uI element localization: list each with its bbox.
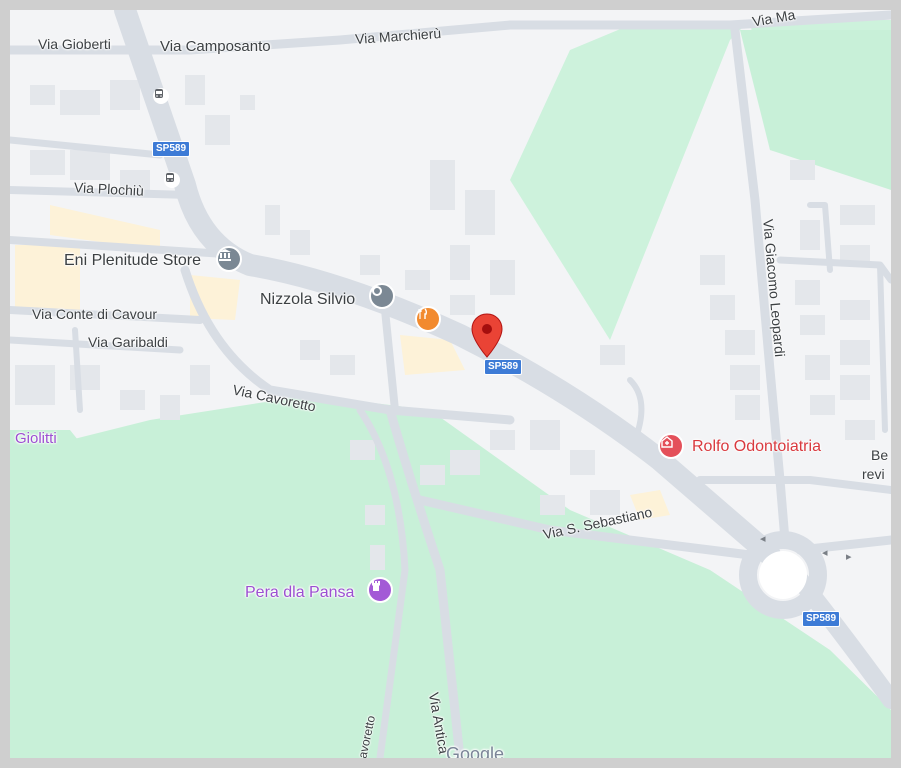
road-label-via-gioberti: Via Gioberti [38,36,111,52]
medical-icon[interactable] [658,433,684,459]
east-road-2 [795,535,891,555]
roundabout-arrow-icon: ◂ [822,546,828,559]
place-dot-icon[interactable] [369,283,395,309]
roundabout-center [759,551,807,599]
place-label-giolitti[interactable]: Giolitti [15,430,57,447]
place-label-revi-partial: revi [862,466,885,482]
place-label-pera-dla-pansa[interactable]: Pera dla Pansa [245,584,354,602]
road-shield-sp589: SP589 [152,141,191,157]
map-view[interactable]: ◂ ◂ ▸ Via Gioberti Via Camposanto Via Ma… [10,10,891,758]
park-area-east [740,30,891,190]
attribution-logo: Google [446,744,505,758]
bus-stop-icon[interactable] [153,88,169,104]
bus-stop-icon[interactable] [164,172,180,188]
red-location-pin-icon[interactable] [471,313,503,359]
map-frame: ◂ ◂ ▸ Via Gioberti Via Camposanto Via Ma… [0,0,901,768]
east-road-3 [776,256,891,284]
fork-knife-icon[interactable] [415,306,441,332]
road-shield-sp589: SP589 [484,359,523,375]
bank-icon[interactable] [216,246,242,272]
tower-icon[interactable] [367,577,393,603]
road-label-via-conte-di-cavour: Via Conte di Cavour [32,306,158,322]
road-label-via-camposanto: Via Camposanto [160,38,271,55]
east-road-5 [877,262,888,433]
roundabout-arrow-icon: ◂ [760,532,766,545]
place-label-rolfo-odontoiatria[interactable]: Rolfo Odontoiatria [692,438,821,456]
road-shield-sp589: SP589 [802,611,841,627]
place-label-eni-plenitude[interactable]: Eni Plenitude Store [64,252,201,270]
place-label-nizzola-silvio[interactable]: Nizzola Silvio [260,291,355,309]
nizzola-spur-road [381,306,399,414]
roundabout-arrow-icon: ▸ [846,550,852,563]
map-canvas[interactable]: ◂ ◂ ▸ [10,10,891,758]
road-label-via-garibaldi: Via Garibaldi [88,334,168,350]
place-label-be-partial: Be [871,447,889,463]
